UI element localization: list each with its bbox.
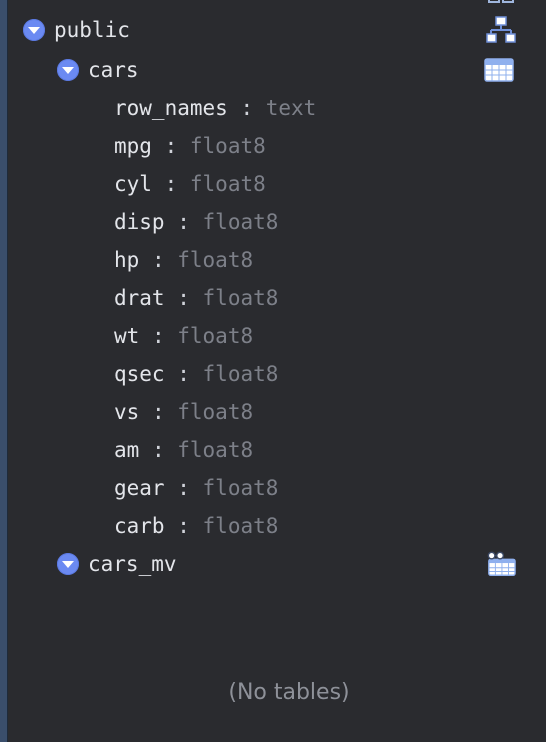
column-name: drat xyxy=(114,286,165,310)
column-name: wt xyxy=(114,324,140,348)
column-type: float8 xyxy=(202,514,279,538)
schema-name: public xyxy=(54,18,130,42)
tree-node-column[interactable]: gear : float8 xyxy=(0,469,546,507)
cut-off-icon xyxy=(488,0,514,3)
column-name: gear xyxy=(114,476,165,500)
column-separator: : xyxy=(151,400,178,424)
tree-node-column[interactable]: drat : float8 xyxy=(0,279,546,317)
tree-node-column[interactable]: row_names : text xyxy=(0,89,546,127)
column-type: float8 xyxy=(177,438,254,462)
column-separator: : xyxy=(151,248,178,272)
column-name: cyl xyxy=(114,172,152,196)
expand-toggle-icon[interactable] xyxy=(23,19,45,41)
column-name: row_names xyxy=(114,96,228,120)
tree-node-column[interactable]: qsec : float8 xyxy=(0,355,546,393)
tree-node-table-cars[interactable]: cars xyxy=(0,51,546,89)
tree-node-column[interactable]: vs : float8 xyxy=(0,393,546,431)
column-type: float8 xyxy=(189,172,266,196)
schema-tree-panel: public cars row_names : text mpg: float… xyxy=(0,0,546,742)
column-separator: : xyxy=(151,438,178,462)
column-name: vs xyxy=(114,400,140,424)
tree-node-column[interactable]: mpg : float8 xyxy=(0,127,546,165)
column-separator: : xyxy=(177,362,203,386)
expand-toggle-icon[interactable] xyxy=(57,553,79,575)
schema-icon xyxy=(486,16,516,43)
column-name: carb xyxy=(114,514,165,538)
table-icon xyxy=(484,58,514,82)
table-name: cars xyxy=(88,58,139,82)
tree-node-column[interactable]: wt : float8 xyxy=(0,317,546,355)
column-separator: : xyxy=(177,514,203,538)
column-name: mpg xyxy=(114,134,152,158)
tree-node-column[interactable]: am : float8 xyxy=(0,431,546,469)
column-type: float8 xyxy=(202,210,279,234)
tree-node-view-cars-mv[interactable]: cars_mv xyxy=(0,545,546,583)
tree-node-column[interactable]: carb : float8 xyxy=(0,507,546,545)
column-separator: : xyxy=(164,134,190,158)
column-type: text xyxy=(265,96,317,120)
tree-node-column[interactable]: hp : float8 xyxy=(0,241,546,279)
tree-node-column[interactable]: disp : float8 xyxy=(0,203,546,241)
column-separator: : xyxy=(177,210,203,234)
column-name: qsec xyxy=(114,362,165,386)
column-separator: : xyxy=(164,172,190,196)
column-type: float8 xyxy=(189,134,266,158)
tree-node-schema-public[interactable]: public xyxy=(0,11,546,49)
materialized-view-icon xyxy=(487,551,516,576)
column-separator: : xyxy=(151,324,178,348)
column-type: float8 xyxy=(202,476,279,500)
column-separator: : xyxy=(240,96,266,120)
column-type: float8 xyxy=(177,248,254,272)
column-separator: : xyxy=(177,286,203,310)
column-name: am xyxy=(114,438,140,462)
expand-toggle-icon[interactable] xyxy=(57,59,79,81)
column-separator: : xyxy=(177,476,203,500)
column-type: float8 xyxy=(202,286,279,310)
column-name: disp xyxy=(114,210,165,234)
column-type: float8 xyxy=(202,362,279,386)
column-type: float8 xyxy=(177,324,254,348)
column-type: float8 xyxy=(177,400,254,424)
view-name: cars_mv xyxy=(88,552,177,576)
column-name: hp xyxy=(114,248,140,272)
tree-node-column[interactable]: cyl : float8 xyxy=(0,165,546,203)
empty-state-message: (No tables) xyxy=(228,680,350,705)
cut-off-row xyxy=(60,0,260,4)
